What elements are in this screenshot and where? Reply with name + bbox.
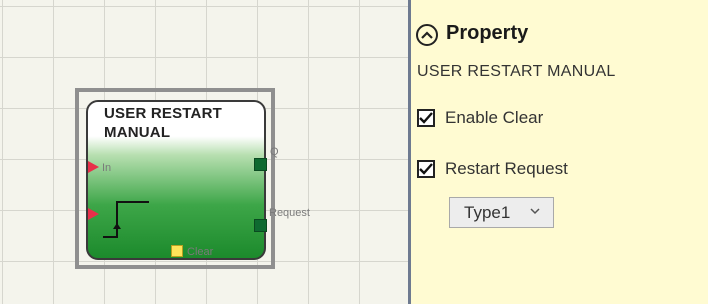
enable-clear-option[interactable]: Enable Clear	[417, 108, 543, 128]
enable-clear-checkbox[interactable]	[417, 109, 435, 127]
block-title-line-2: MANUAL	[104, 124, 171, 141]
type-select-value: Type1	[464, 202, 511, 222]
block-title: USER RESTART MANUAL	[104, 104, 274, 142]
request-output-pin[interactable]	[254, 219, 267, 232]
block-type-name: USER RESTART MANUAL	[417, 63, 616, 80]
property-panel: Property USER RESTART MANUAL Enable Clea…	[411, 0, 708, 304]
block-title-line-1: USER RESTART	[104, 105, 222, 122]
collapse-button[interactable]	[416, 24, 438, 46]
restart-input-pin[interactable]	[88, 208, 99, 220]
chevron-up-icon	[421, 31, 433, 39]
enable-clear-label: Enable Clear	[445, 108, 544, 127]
clear-pin-label: Clear	[187, 246, 214, 258]
restart-request-checkbox[interactable]	[417, 160, 435, 178]
request-pin-label: Request	[269, 207, 310, 219]
in-input-pin[interactable]	[88, 161, 99, 173]
panel-title: Property	[446, 22, 529, 44]
restart-request-label: Restart Request	[445, 159, 568, 178]
restart-request-option[interactable]: Restart Request	[417, 159, 568, 179]
q-output-pin[interactable]	[254, 158, 267, 171]
rising-edge-icon	[103, 201, 149, 238]
in-pin-label: In	[102, 162, 112, 174]
clear-input-pin[interactable]	[171, 245, 183, 257]
chevron-down-icon	[530, 208, 540, 215]
q-pin-label: Q	[270, 146, 279, 158]
checkmark-icon	[419, 112, 433, 124]
checkmark-icon	[419, 163, 433, 175]
type-select[interactable]: Type1	[449, 197, 554, 228]
